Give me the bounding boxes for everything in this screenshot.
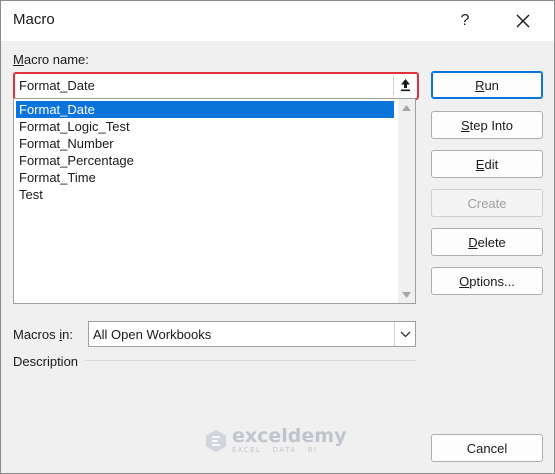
create-button[interactable]: Create <box>431 189 543 217</box>
macros-in-select[interactable]: All Open Workbooks <box>88 321 416 347</box>
close-button[interactable] <box>501 5 545 37</box>
list-item-test[interactable]: Test <box>16 186 394 203</box>
macro-name-label: Macro name: <box>13 52 89 67</box>
list-item-format-logic-test[interactable]: Format_Logic_Test <box>16 118 394 135</box>
chevron-down-icon <box>400 331 410 337</box>
macros-in-label: Macros in: <box>13 327 73 342</box>
macro-name-field-highlight <box>13 72 419 100</box>
cancel-button[interactable]: Cancel <box>431 434 543 462</box>
list-scrollbar[interactable] <box>398 99 415 303</box>
scroll-down-button[interactable] <box>398 286 415 303</box>
macros-in-value: All Open Workbooks <box>93 327 212 342</box>
scroll-up-button[interactable] <box>398 99 415 116</box>
list-item-format-number[interactable]: Format_Number <box>16 135 394 152</box>
macros-in-dropdown-button[interactable] <box>394 322 415 346</box>
run-button[interactable]: Run <box>431 71 543 99</box>
list-item-format-percentage[interactable]: Format_Percentage <box>16 152 394 169</box>
watermark-tagline: EXCEL · DATA · BI <box>232 446 318 454</box>
edit-button[interactable]: Edit <box>431 150 543 178</box>
watermark-text: exceldemy EXCEL · DATA · BI <box>232 427 346 455</box>
watermark-name: exceldemy <box>232 425 347 447</box>
scroll-up-arrow-icon <box>402 104 411 111</box>
exceldemy-logo-icon <box>206 430 226 452</box>
description-label: Description <box>13 354 79 369</box>
description-divider <box>85 360 416 361</box>
step-into-button[interactable]: Step Into <box>431 111 543 139</box>
macro-listbox[interactable]: Format_Date Format_Logic_Test Format_Num… <box>13 98 416 304</box>
title-bar: Macro ? <box>1 1 554 41</box>
dialog-title: Macro <box>13 11 55 28</box>
list-item-format-time[interactable]: Format_Time <box>16 169 394 186</box>
options-button[interactable]: Options... <box>431 267 543 295</box>
delete-button[interactable]: Delete <box>431 228 543 256</box>
scroll-down-arrow-icon <box>402 291 411 298</box>
upload-arrow-icon <box>400 79 410 92</box>
close-icon <box>516 14 530 28</box>
list-item-format-date[interactable]: Format_Date <box>16 101 394 118</box>
collapse-dialog-button[interactable] <box>393 75 416 95</box>
help-button[interactable]: ? <box>447 5 483 37</box>
macro-list: Format_Date Format_Logic_Test Format_Num… <box>16 101 394 203</box>
exceldemy-watermark: exceldemy EXCEL · DATA · BI <box>204 427 346 455</box>
macro-dialog: Macro ? Macro name: Format_Date Format_L… <box>0 0 555 474</box>
macro-name-input[interactable] <box>16 75 394 95</box>
